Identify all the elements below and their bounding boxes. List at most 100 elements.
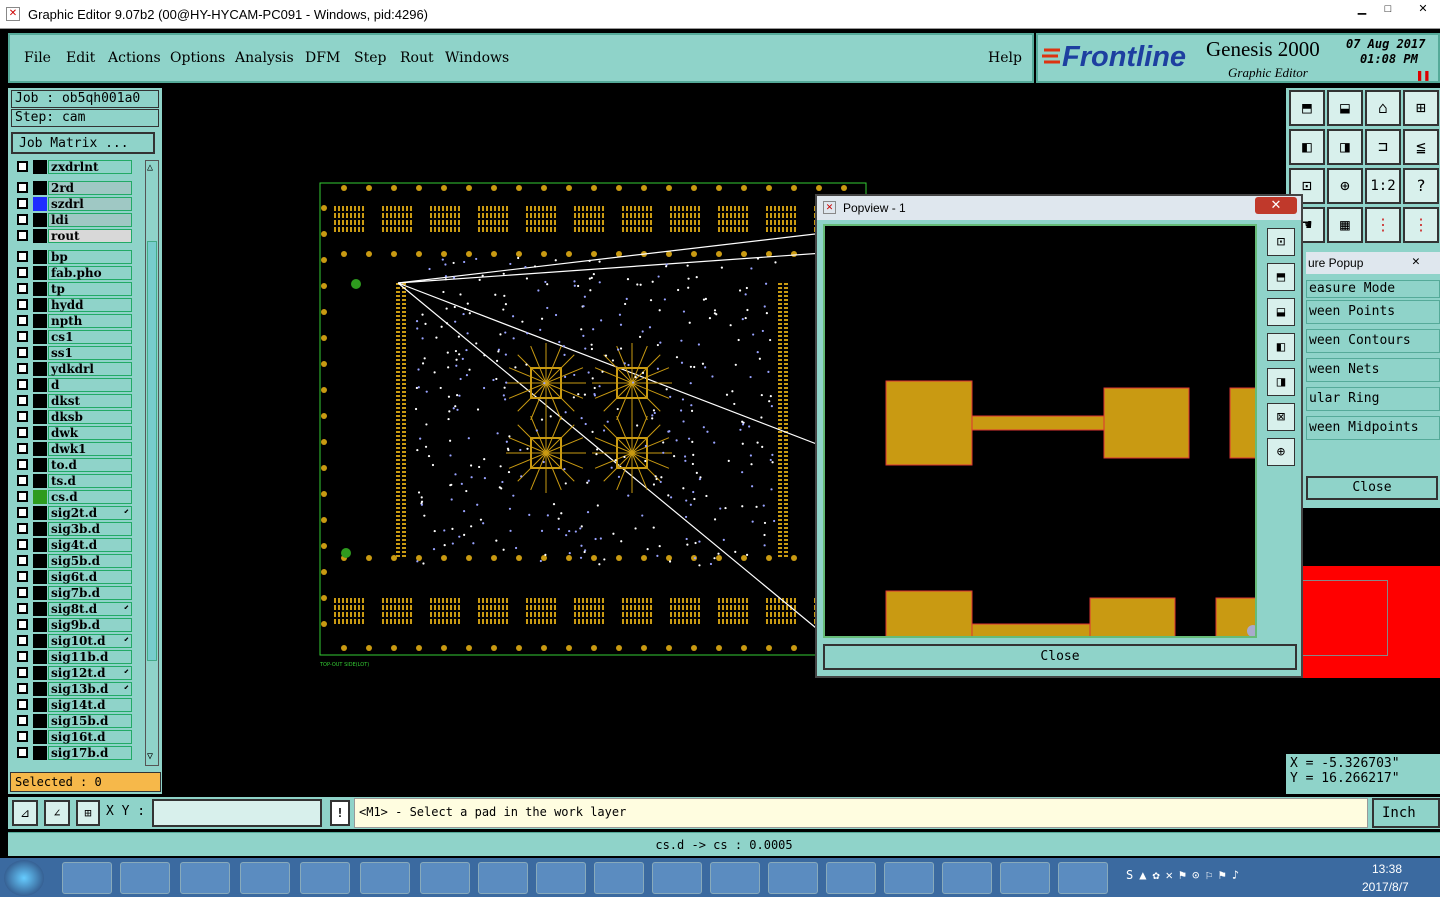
layer-checkbox[interactable] (17, 699, 28, 710)
layer-checkbox[interactable] (17, 507, 28, 518)
crosshair-icon[interactable]: ⊞ (76, 800, 100, 826)
layer-checkbox[interactable] (17, 251, 28, 262)
layer-color-swatch[interactable] (33, 730, 47, 744)
layer-checkbox[interactable] (17, 555, 28, 566)
layer-color-swatch[interactable] (33, 314, 47, 328)
layer-checkbox[interactable] (17, 587, 28, 598)
layer-name[interactable]: sig13b.d (48, 682, 132, 696)
layer-color-swatch[interactable] (33, 378, 47, 392)
units-select[interactable]: Inch (1372, 798, 1440, 828)
layer-row[interactable]: dwk1 (12, 442, 138, 456)
layer-checkbox[interactable] (17, 267, 28, 278)
layer-checkbox[interactable] (17, 161, 28, 172)
layer-checkbox[interactable] (17, 475, 28, 486)
swap-icon[interactable]: ≦ (1403, 129, 1439, 165)
layer-checkbox[interactable] (17, 363, 28, 374)
layer-color-swatch[interactable] (33, 181, 47, 195)
layer-name[interactable]: sig2t.d (48, 506, 132, 520)
layer-row[interactable]: hydd (12, 298, 138, 312)
layer-row[interactable]: szdrl (12, 197, 138, 211)
layer-color-swatch[interactable] (33, 160, 47, 174)
layer-row[interactable]: sig3b.d (12, 522, 138, 536)
layer-row[interactable]: sig16t.d (12, 730, 138, 744)
layer-row[interactable]: dkst (12, 394, 138, 408)
center-icon[interactable]: ⊕ (1327, 168, 1363, 204)
layer-checkbox[interactable] (17, 539, 28, 550)
layer-name[interactable]: sig5b.d (48, 554, 132, 568)
layer-color-swatch[interactable] (33, 570, 47, 584)
layer-checkbox[interactable] (17, 182, 28, 193)
job-matrix-button[interactable]: Job Matrix ... (11, 132, 155, 154)
popview-zoom-icon[interactable]: ⊡ (1267, 228, 1295, 256)
layer-name[interactable]: sig4t.d (48, 538, 132, 552)
layer-row[interactable]: to.d (12, 458, 138, 472)
layer-checkbox[interactable] (17, 299, 28, 310)
layer-checkbox[interactable] (17, 198, 28, 209)
popview-canvas[interactable] (823, 224, 1257, 638)
layer-color-swatch[interactable] (33, 458, 47, 472)
taskbar-excel-2-icon[interactable] (884, 862, 934, 894)
layer-color-swatch[interactable] (33, 522, 47, 536)
layer-checkbox[interactable] (17, 331, 28, 342)
taskbar-window-4-icon[interactable] (594, 862, 644, 894)
layer-checkbox[interactable] (17, 667, 28, 678)
layer-name[interactable]: sig7b.d (48, 586, 132, 600)
grid-icon[interactable]: ⊞ (1403, 90, 1439, 126)
measure-close-icon[interactable]: ✕ (1412, 254, 1420, 269)
layer-row[interactable]: sig12t.d ⬋ (12, 666, 138, 680)
taskbar-window-3-icon[interactable] (536, 862, 586, 894)
popview-close-icon[interactable]: ✕ (1255, 197, 1297, 214)
layer-color-swatch[interactable] (33, 746, 47, 760)
layer-row[interactable]: sig4t.d (12, 538, 138, 552)
layer-color-swatch[interactable] (33, 197, 47, 211)
scale-icon[interactable]: 1:2 (1365, 168, 1401, 204)
layer-name[interactable]: hydd (48, 298, 132, 312)
layer-name[interactable]: sig3b.d (48, 522, 132, 536)
layer-row[interactable]: rout (12, 229, 138, 243)
scroll-down-icon[interactable]: ▽ (147, 751, 153, 762)
popview-close-button[interactable]: Close (823, 644, 1297, 670)
layer-checkbox[interactable] (17, 427, 28, 438)
layer-name[interactable]: ydkdrl (48, 362, 132, 376)
layer-row[interactable]: sig7b.d (12, 586, 138, 600)
layer-row[interactable]: cs1 (12, 330, 138, 344)
layer-name[interactable]: sig16t.d (48, 730, 132, 744)
popview-down-icon[interactable]: ⬓ (1267, 298, 1295, 326)
layer-checkbox[interactable] (17, 491, 28, 502)
menu-step[interactable]: Step (354, 50, 386, 66)
layer-name[interactable]: npth (48, 314, 132, 328)
menu-options[interactable]: Options (170, 50, 225, 66)
start-button[interactable] (4, 860, 44, 896)
system-tray-icons[interactable]: S▲✿✕⚑⊙⚐⚑♪ (1126, 868, 1306, 888)
layer-checkbox[interactable] (17, 379, 28, 390)
layer-name[interactable]: sig14t.d (48, 698, 132, 712)
layer-row[interactable]: sig9b.d (12, 618, 138, 632)
layer-checkbox[interactable] (17, 635, 28, 646)
layer-color-swatch[interactable] (33, 442, 47, 456)
layer-name[interactable]: sig17b.d (48, 746, 132, 760)
layer-color-swatch[interactable] (33, 506, 47, 520)
menu-help[interactable]: Help (988, 50, 1022, 66)
layer-color-swatch[interactable] (33, 330, 47, 344)
layer-checkbox[interactable] (17, 283, 28, 294)
close-window-button[interactable]: ✕ (1408, 2, 1438, 18)
scroll-up-icon[interactable]: △ (147, 162, 153, 173)
layer-name[interactable]: zxdrlnt (48, 160, 132, 174)
layer-color-swatch[interactable] (33, 229, 47, 243)
layer-name[interactable]: sig8t.d (48, 602, 132, 616)
layer-name[interactable]: 2rd (48, 181, 132, 195)
snap-mode-icon[interactable]: ⊿ (12, 800, 38, 826)
scroll-thumb[interactable] (147, 241, 157, 661)
layer-color-swatch[interactable] (33, 714, 47, 728)
menu-windows[interactable]: Windows (445, 50, 509, 66)
layer-checkbox[interactable] (17, 411, 28, 422)
taskbar-excel-3-icon[interactable] (942, 862, 992, 894)
minimize-button[interactable]: ▁ (1350, 2, 1374, 18)
layer-name[interactable]: dksb (48, 410, 132, 424)
angle-icon[interactable]: ∠ (44, 800, 70, 826)
layer-row[interactable]: sig15b.d (12, 714, 138, 728)
layer-row[interactable]: tp (12, 282, 138, 296)
layer-checkbox[interactable] (17, 347, 28, 358)
layer-checkbox[interactable] (17, 395, 28, 406)
taskbar-notepad-icon[interactable] (240, 862, 290, 894)
